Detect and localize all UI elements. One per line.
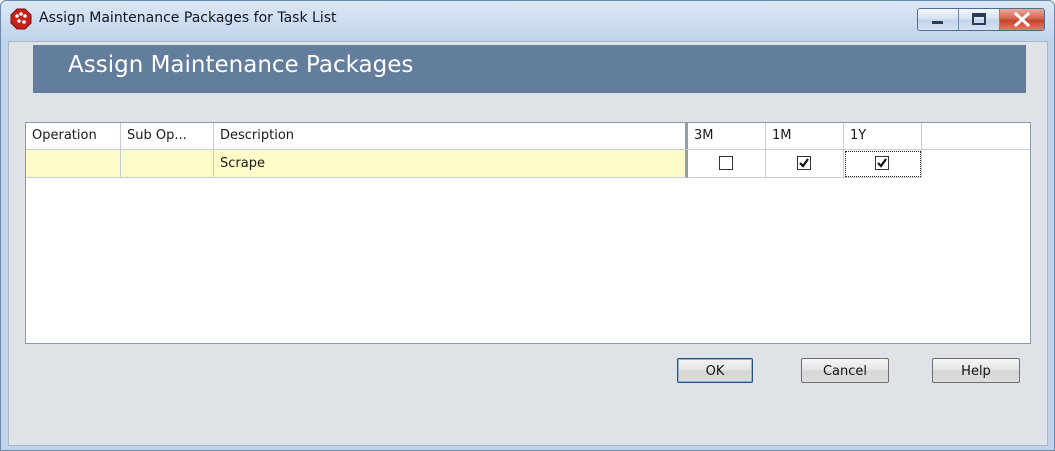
minimize-button[interactable] [918, 9, 959, 30]
column-header-1y[interactable]: 1Y [844, 123, 922, 149]
ok-button[interactable]: OK [677, 358, 753, 383]
close-button[interactable] [1000, 9, 1044, 30]
checkbox-1y[interactable] [875, 156, 889, 170]
header-banner: Assign Maintenance Packages [33, 45, 1026, 93]
banner-title: Assign Maintenance Packages [68, 52, 414, 78]
column-header-operation[interactable]: Operation [26, 123, 121, 149]
cancel-button[interactable]: Cancel [801, 358, 889, 383]
dialog-window: Assign Maintenance Packages for Task Lis… [0, 0, 1055, 451]
checkmark-icon [877, 158, 887, 168]
column-header-description[interactable]: Description [214, 123, 688, 149]
app-icon [10, 8, 32, 30]
checkbox-1m[interactable] [797, 156, 811, 170]
checkbox-3m[interactable] [719, 156, 733, 170]
cell-description[interactable]: Scrape [214, 150, 688, 178]
packages-grid[interactable]: Operation Sub Op... Description 3M 1M 1Y… [25, 122, 1031, 344]
checkmark-icon [799, 158, 809, 168]
table-row[interactable]: Scrape [26, 150, 1030, 178]
window-title: Assign Maintenance Packages for Task Lis… [39, 10, 337, 26]
window-controls [917, 8, 1045, 31]
grid-header: Operation Sub Op... Description 3M 1M 1Y [26, 123, 1030, 150]
column-header-1m[interactable]: 1M [766, 123, 844, 149]
column-header-sub-op[interactable]: Sub Op... [121, 123, 214, 149]
title-bar[interactable]: Assign Maintenance Packages for Task Lis… [1, 1, 1054, 41]
cell-1m[interactable] [766, 150, 844, 178]
cell-operation[interactable] [26, 150, 121, 178]
cell-3m[interactable] [688, 150, 766, 178]
cell-1y[interactable] [844, 150, 922, 178]
cell-sub-op[interactable] [121, 150, 214, 178]
column-header-3m[interactable]: 3M [688, 123, 766, 149]
maximize-button[interactable] [959, 9, 1000, 30]
help-button[interactable]: Help [932, 358, 1020, 383]
